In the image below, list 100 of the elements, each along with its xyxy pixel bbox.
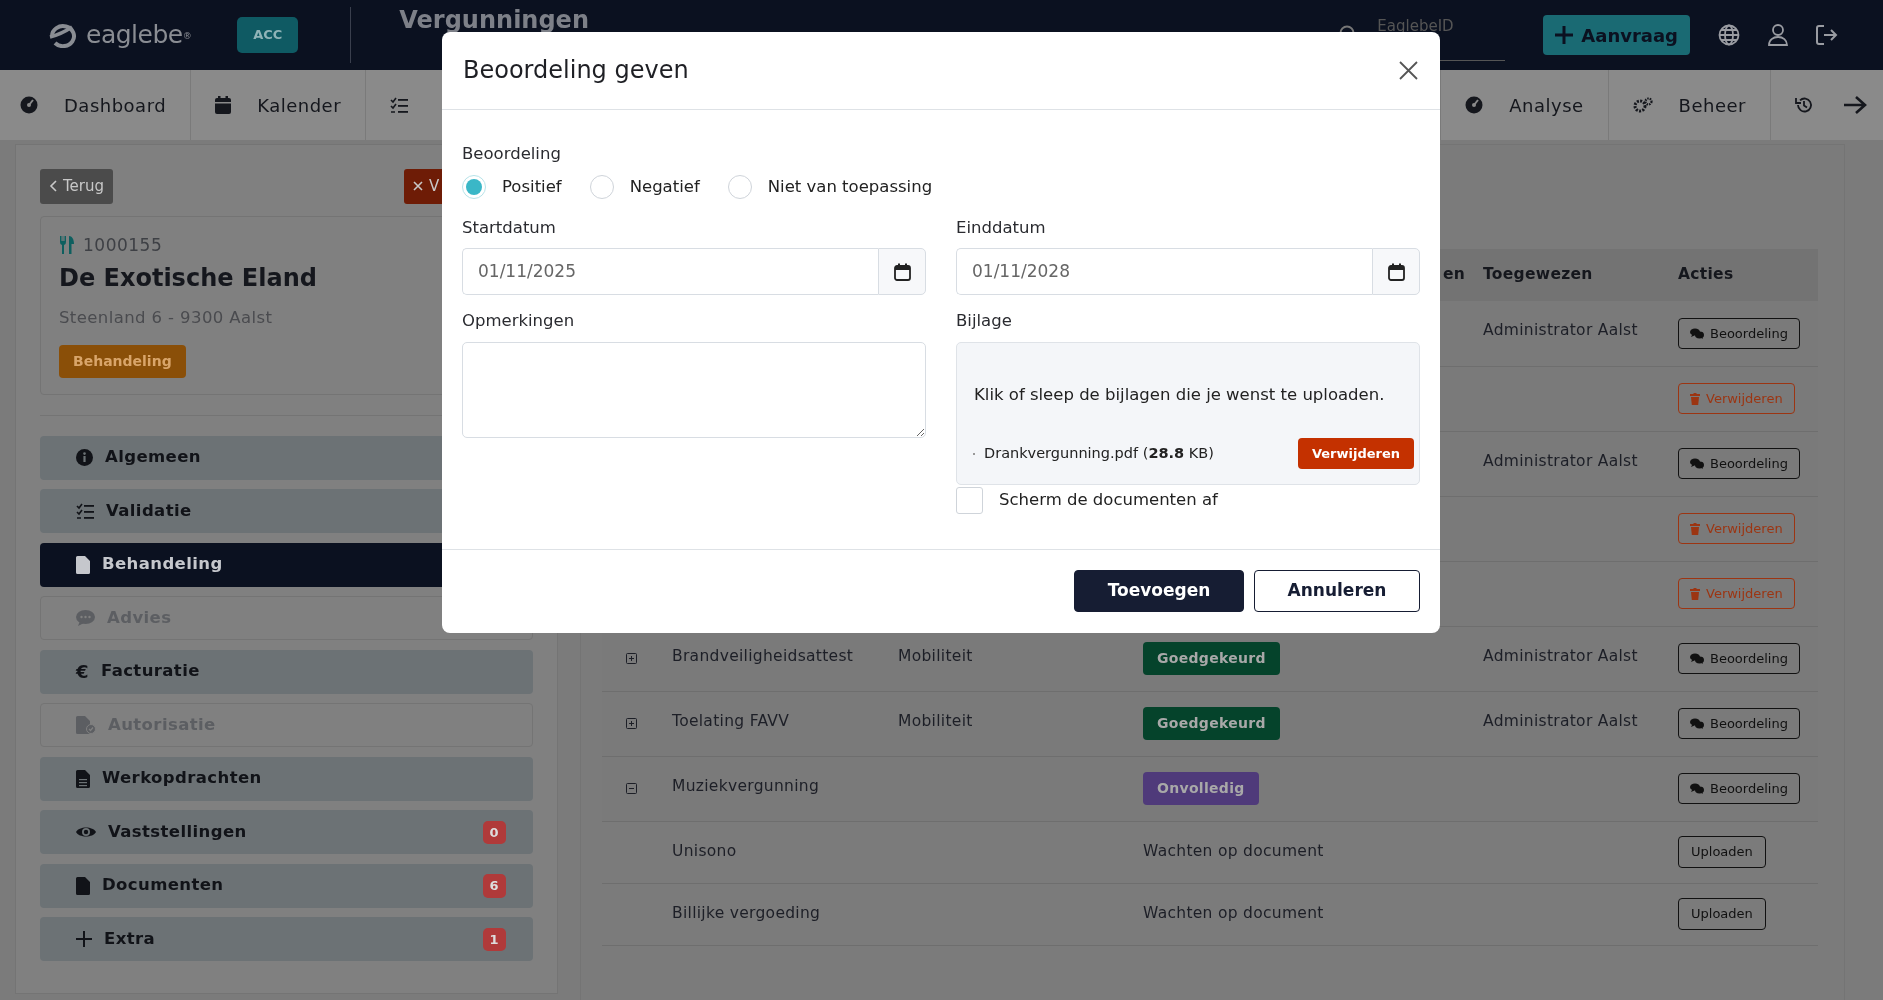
chevron-left-icon	[49, 180, 57, 193]
add-button[interactable]: Toevoegen	[1074, 570, 1244, 612]
environment-badge: ACC	[237, 17, 299, 53]
permit-name: Unisono	[672, 841, 737, 860]
review-button[interactable]: Beoordeling	[1678, 447, 1800, 480]
count-badge: 1	[482, 927, 506, 951]
plus-icon	[76, 931, 92, 948]
chat-bubbles-icon	[1690, 653, 1704, 664]
file-icon	[76, 876, 90, 895]
chat-bubbles-icon	[1690, 327, 1704, 339]
category-text: Mobiliteit	[898, 711, 973, 730]
history-icon[interactable]	[1795, 96, 1813, 114]
option-label: Negatief	[629, 175, 700, 198]
checkbox[interactable]	[956, 487, 983, 514]
file-name: Drankvergunning.pdf (28.8 KB)	[984, 443, 1214, 463]
gauge-icon	[20, 96, 38, 114]
collapse-icon[interactable]	[626, 783, 637, 794]
permit-name: Billijke vergoeding	[672, 903, 821, 922]
review-button[interactable]: Beoordeling	[1678, 317, 1800, 349]
sidebar-item[interactable]: Documenten 6	[40, 863, 533, 908]
permit-name: Muziekvergunning	[672, 776, 820, 795]
review-button[interactable]: Beoordeling	[1678, 772, 1800, 805]
calendar-icon	[215, 96, 232, 114]
review-button[interactable]: Beoordeling	[1678, 642, 1800, 675]
permit-name: Brandveiligheidsattest	[672, 646, 854, 665]
upload-button[interactable]: Uploaden	[1678, 898, 1766, 930]
sidebar-item[interactable]: Vaststellingen 0	[40, 810, 533, 855]
upload-hint: Klik of sleep de bijlagen die je wenst te uploaden.	[974, 384, 1386, 406]
dialog-title: Beoordeling geven	[463, 56, 689, 85]
globe-icon[interactable]	[1718, 24, 1740, 46]
sidebar-item[interactable]: € Facturatie	[40, 649, 533, 694]
nav-tab[interactable]: Beheer	[1607, 70, 1770, 140]
column-header: en	[1443, 265, 1466, 284]
count-badge: 6	[482, 874, 506, 898]
gears-icon	[1632, 97, 1653, 113]
status-badge: Onvolledig	[1143, 772, 1259, 805]
date-field[interactable]: 01/11/2025	[462, 248, 878, 296]
close-button[interactable]	[1399, 61, 1418, 80]
file-lines-icon	[76, 769, 90, 788]
logo-text: eaglebe$^{®}$	[86, 19, 192, 52]
expand-icon[interactable]	[626, 653, 637, 664]
status-badge: Goedgekeurd	[1143, 642, 1280, 675]
arrow-right-icon[interactable]	[1843, 95, 1867, 115]
nav-tab[interactable]: Dashboard	[0, 70, 192, 140]
item-label: Werkopdrachten	[102, 767, 262, 790]
assignee-text: Administrator Aalst	[1483, 321, 1638, 339]
close-icon	[1399, 61, 1418, 80]
status-badge: Goedgekeurd	[1143, 707, 1280, 740]
checklist-icon	[76, 503, 94, 520]
item-label: Extra	[104, 927, 156, 950]
nav-tab[interactable]: Kalender	[191, 70, 367, 140]
cutlery-icon	[59, 236, 75, 255]
trash-icon	[1690, 522, 1700, 535]
permit-number: 1000155	[83, 233, 163, 257]
radio-button[interactable]	[727, 175, 752, 200]
expand-icon[interactable]	[626, 718, 637, 729]
euro-icon: €	[76, 658, 89, 686]
field-label: Startdatum	[462, 216, 557, 239]
calendar-icon[interactable]	[1387, 262, 1405, 281]
date-field[interactable]: 01/11/2028	[956, 248, 1372, 296]
field-label: Bijlage	[956, 310, 1013, 333]
item-label: Vaststellingen	[108, 820, 247, 843]
chat-bubbles-icon	[1690, 458, 1704, 469]
radio-button[interactable]	[462, 175, 486, 200]
calendar-icon[interactable]	[893, 262, 911, 281]
radio-button[interactable]	[589, 175, 614, 200]
upload-button[interactable]: Uploaden	[1678, 836, 1766, 868]
field-label: Einddatum	[956, 216, 1047, 239]
logout-icon[interactable]	[1816, 25, 1838, 45]
sidebar-item[interactable]: Werkopdrachten	[40, 756, 533, 801]
column-header: Toegewezen	[1483, 265, 1593, 284]
field-label: Beoordeling	[462, 143, 562, 165]
item-label: Behandeling	[102, 553, 223, 576]
item-label: Facturatie	[100, 660, 200, 683]
trash-icon	[1690, 392, 1700, 405]
file-icon	[76, 555, 90, 574]
logo-icon	[48, 22, 78, 48]
assignee-text: Administrator Aalst	[1483, 711, 1638, 730]
upload-area[interactable]: Klik of sleep de bijlagen die je wenst te uploaden. Drankvergunning.pdf (28.8 KB) Verwijderen	[956, 342, 1420, 485]
status-text: Wachten op document	[1143, 841, 1324, 860]
sidebar-item[interactable]: Extra 1	[40, 917, 533, 962]
back-button[interactable]: Terug	[40, 169, 114, 204]
item-label: Validatie	[106, 499, 192, 522]
page-title: Vergunningen	[399, 5, 589, 36]
trash-icon	[1690, 587, 1700, 600]
field-label: Opmerkingen	[462, 310, 576, 333]
category-text: Mobiliteit	[898, 646, 973, 665]
search-field[interactable]: EaglebeID	[1365, 15, 1506, 61]
plus-icon	[1555, 26, 1574, 44]
cancel-button[interactable]: Annuleren	[1254, 570, 1420, 612]
file-check-icon	[76, 716, 96, 735]
remarks-field[interactable]	[462, 342, 926, 438]
status-badge: Behandeling	[59, 344, 186, 378]
option-label: Positief	[502, 175, 562, 198]
review-button[interactable]: Beoordeling	[1678, 707, 1800, 740]
remove-button[interactable]: Verwijderen	[1297, 437, 1414, 470]
checklist-icon[interactable]	[390, 97, 409, 113]
user-icon[interactable]	[1768, 24, 1788, 46]
new-request-button[interactable]: Aanvraag	[1543, 15, 1690, 55]
close-icon	[413, 181, 423, 192]
